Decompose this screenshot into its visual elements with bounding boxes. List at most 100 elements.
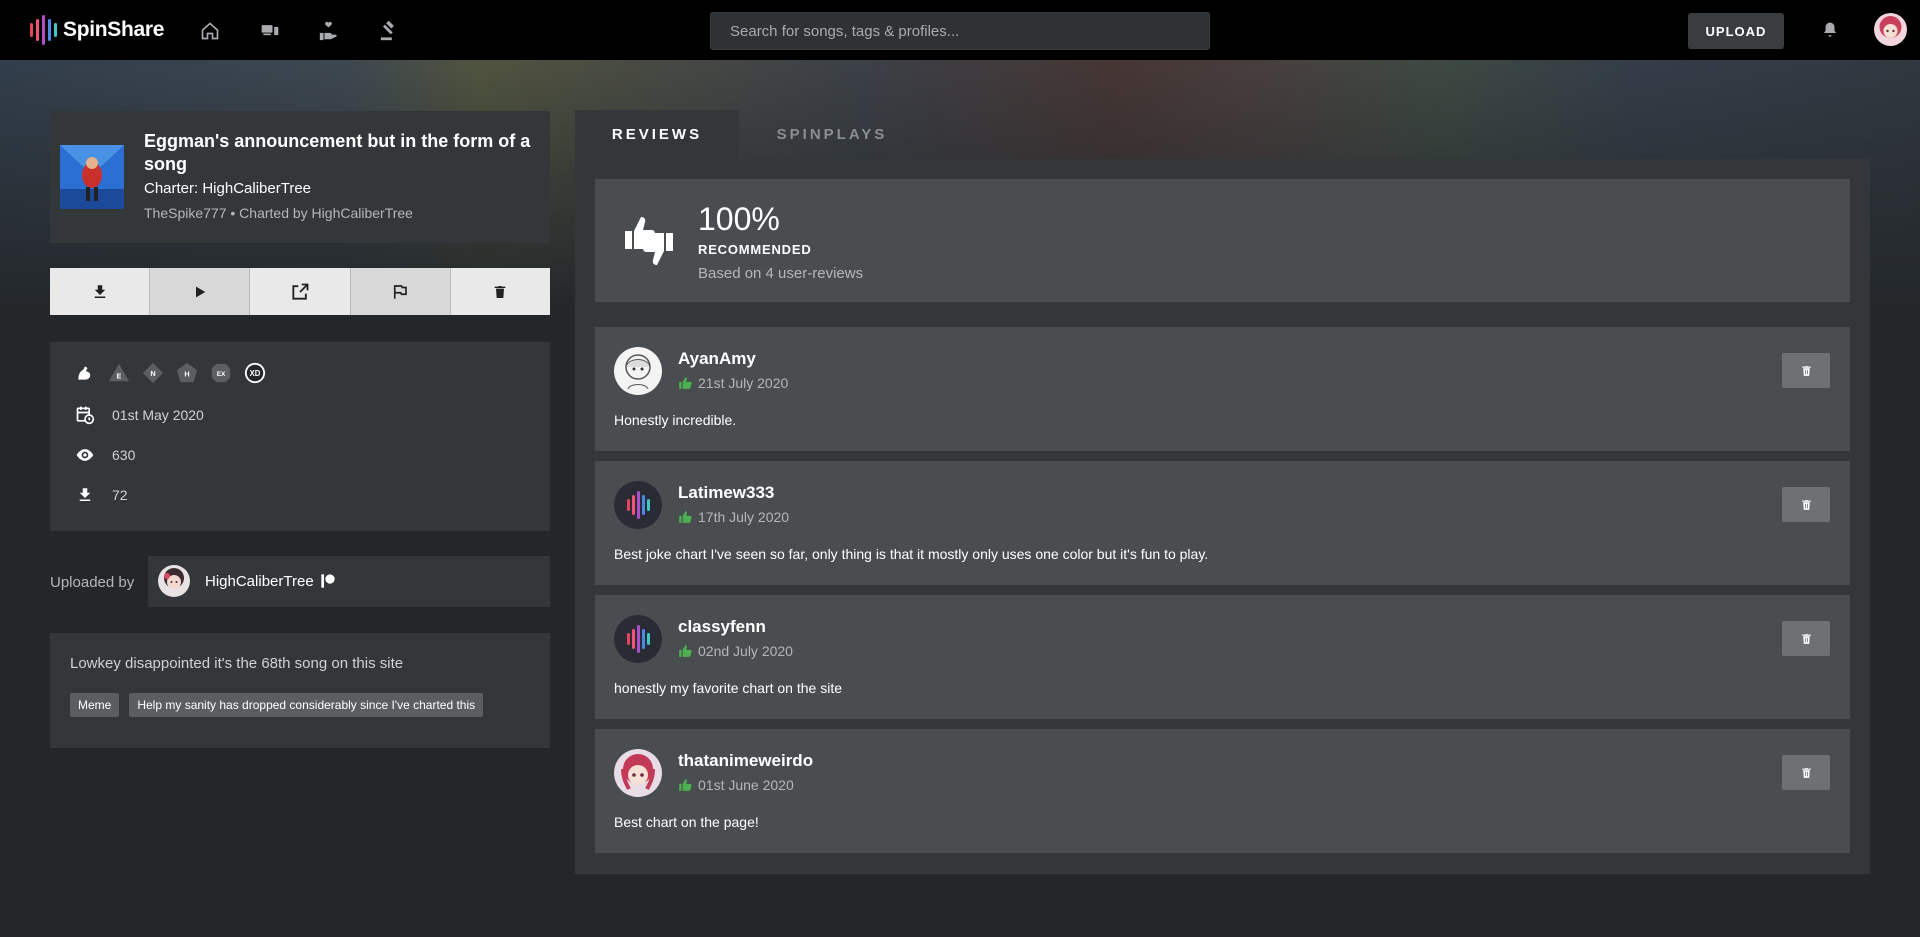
top-navigation: SpinShare UPLOAD [0,0,1920,60]
thumbs-up-icon [679,511,692,523]
difficulty-normal-icon: N [142,362,164,384]
view-count: 630 [112,447,136,463]
search-input[interactable] [710,12,1210,50]
review-text: Honestly incredible. [614,412,737,428]
download-count: 72 [112,487,128,503]
tab-reviews[interactable]: REVIEWS [575,110,739,159]
review-card: Latimew333 17th July 2020 Best joke char… [595,461,1850,585]
song-description-card: Lowkey disappointed it's the 68th song o… [50,633,550,748]
open-external-button[interactable] [250,268,351,315]
open-external-icon [292,283,309,300]
delete-review-button[interactable] [1782,621,1830,656]
review-date: 01st June 2020 [698,777,794,793]
logo[interactable]: SpinShare [30,15,164,45]
review-date: 02nd July 2020 [698,643,793,659]
svg-text:E: E [117,372,122,381]
difficulty-row: E N H EX XD [74,362,278,384]
recommended-percent: 100% [698,201,780,237]
review-card: thatanimeweirdo 01st June 2020 Best char… [595,729,1850,853]
uploader-profile-link[interactable]: HighCaliberTree [148,556,550,607]
svg-text:H: H [184,370,189,379]
tab-spinplays[interactable]: SPINPLAYS [739,110,925,159]
recommended-label: RECOMMENDED [698,242,812,257]
tag-meme[interactable]: Meme [70,693,120,717]
song-action-bar [50,268,551,315]
trash-icon [1801,767,1811,778]
review-meta: 21st July 2020 [678,375,788,391]
review-text: Best chart on the page! [614,814,759,830]
views-row: 630 [74,444,135,466]
delete-song-button[interactable] [450,268,551,315]
downloads-row: 72 [74,484,128,506]
reviewer-name[interactable]: Latimew333 [678,483,774,503]
report-button[interactable] [350,268,451,315]
review-text: honestly my favorite chart on the site [614,680,842,696]
review-text: Best joke chart I've seen so far, only t… [614,546,1209,562]
reviewer-name[interactable]: AyanAmy [678,349,756,369]
eye-icon [74,444,96,466]
song-charter: Charter: HighCaliberTree [144,180,312,197]
calendar-clock-icon [74,404,96,426]
trash-icon [1801,365,1811,376]
tag-sanity[interactable]: Help my sanity has dropped considerably … [129,693,484,717]
review-date: 21st July 2020 [698,375,789,391]
song-artist-line: TheSpike777 • Charted by HighCaliberTree [144,205,413,221]
arm-muscle-icon [74,362,96,384]
difficulty-expert-icon: EX [210,362,232,384]
difficulty-easy-icon: E [108,362,130,384]
devices-icon[interactable] [255,16,285,46]
download-icon [74,484,96,506]
difficulty-xd-icon: XD [244,362,266,384]
delete-review-button[interactable] [1782,353,1830,388]
tag-list: Meme Help my sanity has dropped consider… [70,693,484,717]
thumbs-up-down-icon [623,215,675,270]
delete-icon [495,285,506,298]
reviewer-name[interactable]: thatanimeweirdo [678,751,813,771]
song-cover-image [60,145,124,209]
review-meta: 17th July 2020 [678,509,789,525]
reviewer-avatar[interactable] [614,615,662,663]
review-meta: 02nd July 2020 [678,643,793,659]
thumbs-up-icon [679,377,692,389]
review-count-text: Based on 4 user-reviews [698,265,864,282]
song-title: Eggman's announcement but in the form of… [144,131,531,174]
review-date: 17th July 2020 [698,509,790,525]
delete-review-button[interactable] [1782,487,1830,522]
upload-button[interactable]: UPLOAD [1688,13,1784,49]
reviewer-avatar[interactable] [614,749,662,797]
thumbs-up-icon [679,779,692,791]
home-icon[interactable] [195,16,225,46]
play-preview-button[interactable] [150,268,251,315]
brand-name: SpinShare [63,18,165,41]
uploader-avatar [158,565,190,597]
download-icon [94,284,105,298]
svg-text:EX: EX [217,371,226,378]
review-summary: 100% RECOMMENDED Based on 4 user-reviews [595,179,1850,302]
reviewer-avatar[interactable] [614,347,662,395]
hand-heart-icon[interactable] [314,16,344,46]
user-avatar[interactable] [1874,13,1907,46]
flag-icon [394,284,408,299]
delete-review-button[interactable] [1782,755,1830,790]
trash-icon [1801,633,1811,644]
difficulty-hard-icon: H [176,362,198,384]
download-button[interactable] [50,268,151,315]
gavel-icon[interactable] [375,16,405,46]
reviewer-name[interactable]: classyfenn [678,617,766,637]
bell-icon[interactable] [1817,17,1843,43]
song-description: Lowkey disappointed it's the 68th song o… [70,655,404,672]
review-card: classyfenn 02nd July 2020 honestly my fa… [595,595,1850,719]
svg-text:XD: XD [250,369,261,378]
logo-bars-icon [30,15,57,45]
reviews-panel: 100% RECOMMENDED Based on 4 user-reviews… [575,159,1870,874]
upload-date: 01st May 2020 [112,407,204,423]
thumbs-up-icon [679,645,692,657]
content-tabs: REVIEWS SPINPLAYS [575,110,925,159]
svg-text:N: N [150,369,155,378]
review-meta: 01st June 2020 [678,777,794,793]
uploader-name: HighCaliberTree [205,573,314,590]
play-icon [195,286,206,297]
song-info-card: Eggman's announcement but in the form of… [50,111,550,243]
reviewer-avatar[interactable] [614,481,662,529]
patreon-icon[interactable] [320,573,336,594]
